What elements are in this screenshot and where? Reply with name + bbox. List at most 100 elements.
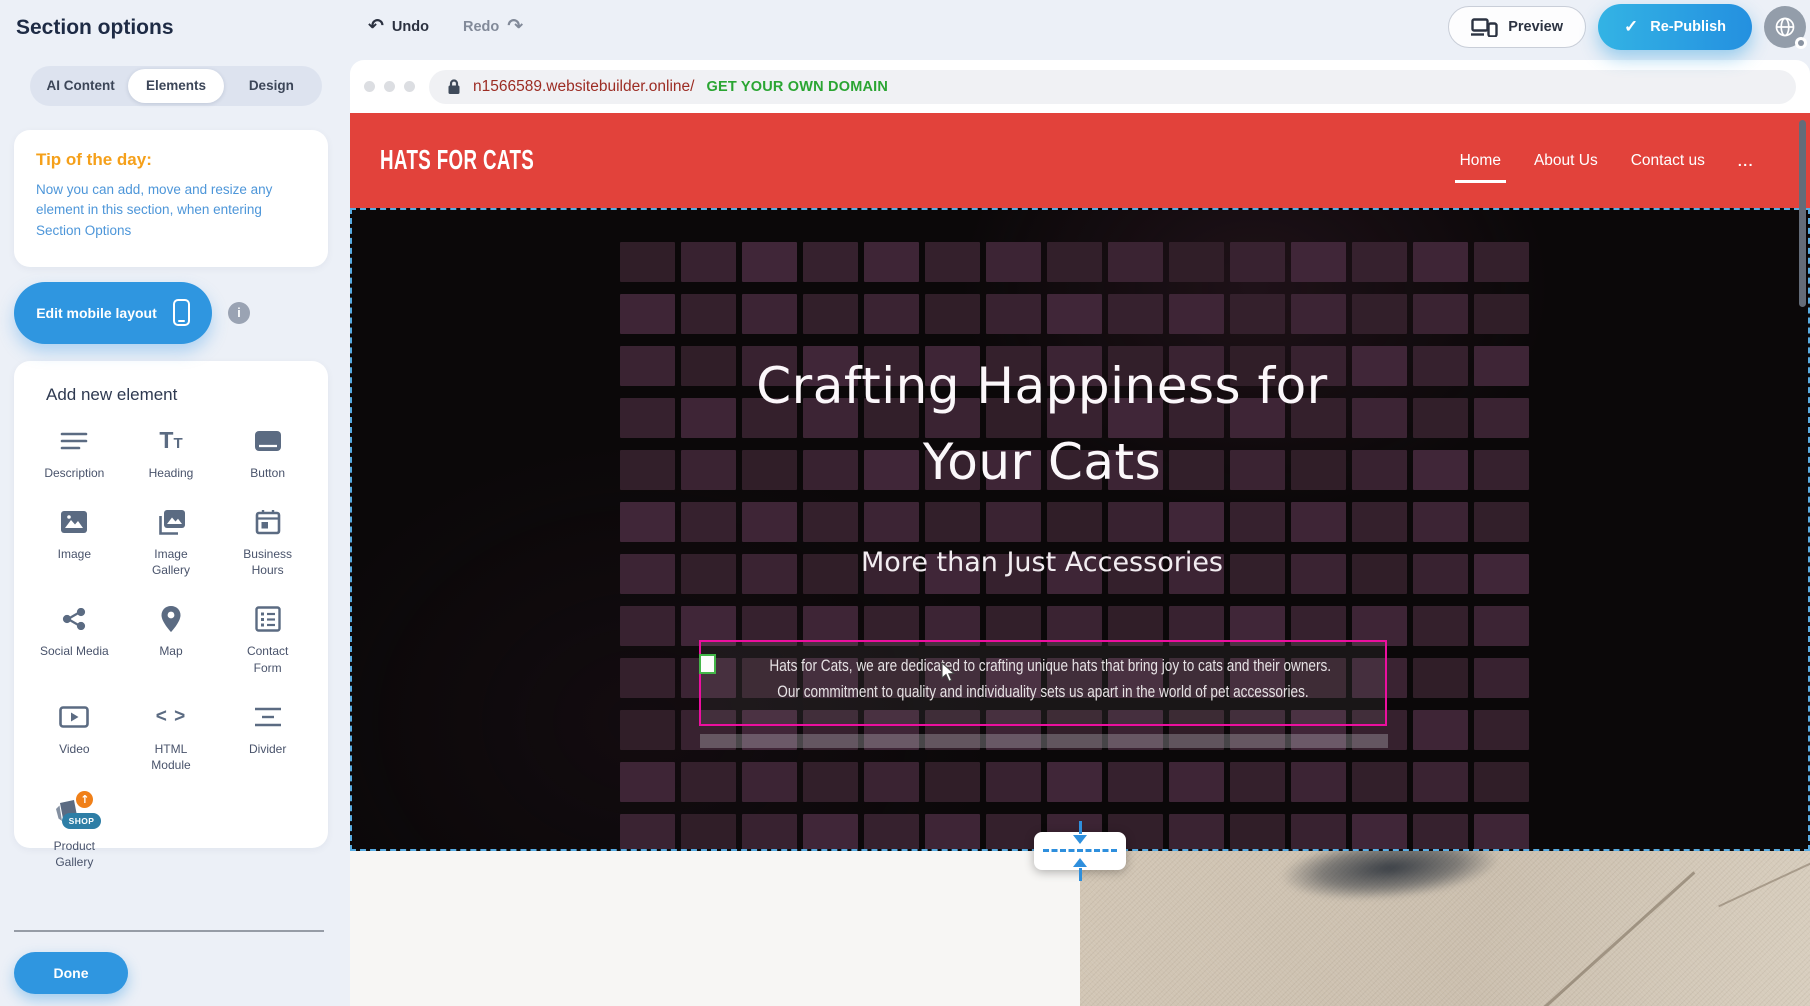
redo-button[interactable]: Redo ↷ bbox=[463, 17, 523, 36]
hero-tile bbox=[1352, 814, 1407, 851]
nav-item-about-us[interactable]: About Us bbox=[1534, 152, 1598, 170]
hero-tile bbox=[1169, 294, 1224, 334]
phone-icon bbox=[173, 299, 190, 326]
hero-tile bbox=[681, 294, 736, 334]
arrow-up-icon bbox=[1073, 858, 1087, 867]
hero-tile bbox=[681, 242, 736, 282]
hero-tile bbox=[1413, 658, 1468, 698]
selection-handle[interactable] bbox=[699, 654, 716, 674]
element-tile-video[interactable]: Video bbox=[26, 701, 123, 773]
hero-tile bbox=[1108, 294, 1163, 334]
info-icon[interactable]: i bbox=[228, 302, 250, 324]
element-tile-business-hours[interactable]: Business Hours bbox=[219, 506, 316, 578]
hero-tile bbox=[864, 814, 919, 851]
tab-elements[interactable]: Elements bbox=[128, 69, 223, 103]
browser-chrome: n1566589.websitebuilder.online/ GET YOUR… bbox=[350, 60, 1810, 113]
hero-tile bbox=[681, 502, 736, 542]
social-media-icon bbox=[62, 603, 86, 635]
nav-item-home[interactable]: Home bbox=[1460, 152, 1501, 170]
add-element-title: Add new element bbox=[26, 385, 316, 405]
hero-tile bbox=[925, 814, 980, 851]
element-tile-social-media[interactable]: Social Media bbox=[26, 603, 123, 675]
section-resize-handle[interactable] bbox=[1034, 832, 1126, 870]
paving-seam bbox=[1718, 855, 1810, 908]
hero-tile bbox=[1352, 762, 1407, 802]
edit-mobile-layout-button[interactable]: Edit mobile layout bbox=[14, 282, 212, 344]
next-section-blank bbox=[350, 851, 1080, 1006]
hero-tile bbox=[620, 814, 675, 851]
element-label: Image bbox=[58, 546, 91, 562]
element-tile-heading[interactable]: TTHeading bbox=[123, 425, 220, 481]
hero-tile bbox=[742, 762, 797, 802]
done-button[interactable]: Done bbox=[14, 952, 128, 994]
element-tile-button[interactable]: Button bbox=[219, 425, 316, 481]
preview-scrollbar[interactable] bbox=[1799, 120, 1806, 307]
hero-paragraph: Hats for Cats, we are dedicated to craft… bbox=[701, 653, 1385, 705]
hero-tile bbox=[803, 294, 858, 334]
hero-tile bbox=[1047, 762, 1102, 802]
hero-tile bbox=[1291, 242, 1346, 282]
site-header[interactable]: HATS FOR CATS Home About Us Contact us... bbox=[350, 113, 1810, 208]
element-tile-html-module[interactable]: < >HTML Module bbox=[123, 701, 220, 773]
divider-icon bbox=[255, 701, 281, 733]
get-domain-link[interactable]: GET YOUR OWN DOMAIN bbox=[706, 79, 888, 95]
nav-item-contact-us[interactable]: Contact us bbox=[1631, 152, 1705, 170]
hero-section[interactable]: Crafting Happiness for Your Cats More th… bbox=[350, 208, 1810, 851]
site-nav: Home About Us Contact us... bbox=[1460, 152, 1754, 170]
element-tile-divider[interactable]: Divider bbox=[219, 701, 316, 773]
selected-paragraph-element[interactable]: Hats for Cats, we are dedicated to craft… bbox=[699, 640, 1387, 726]
edit-mobile-label: Edit mobile layout bbox=[36, 305, 157, 321]
hero-tile bbox=[864, 502, 919, 542]
nav-more[interactable]: ... bbox=[1738, 153, 1754, 169]
hero-tile bbox=[1108, 762, 1163, 802]
window-dots bbox=[364, 81, 415, 92]
hero-tile bbox=[1413, 606, 1468, 646]
hero-tile bbox=[986, 762, 1041, 802]
republish-button[interactable]: ✓ Re-Publish bbox=[1598, 4, 1752, 50]
hero-tile bbox=[1474, 242, 1529, 282]
tab-ai-content[interactable]: AI Content bbox=[33, 69, 128, 103]
hero-tile bbox=[620, 710, 675, 750]
republish-label: Re-Publish bbox=[1650, 19, 1726, 35]
hero-tile bbox=[1169, 814, 1224, 851]
element-label: Video bbox=[59, 741, 89, 757]
element-tile-contact-form[interactable]: Contact Form bbox=[219, 603, 316, 675]
html-module-icon: < > bbox=[156, 701, 186, 733]
map-icon bbox=[160, 603, 182, 635]
element-tile-product-gallery[interactable]: ↑SHOPProduct Gallery bbox=[26, 798, 123, 870]
hero-heading[interactable]: Crafting Happiness for Your Cats bbox=[582, 348, 1502, 500]
element-tile-map[interactable]: Map bbox=[123, 603, 220, 675]
element-tile-description[interactable]: Description bbox=[26, 425, 123, 481]
tip-of-the-day-card: Tip of the day: Now you can add, move an… bbox=[14, 130, 328, 267]
mouse-cursor-icon bbox=[940, 662, 956, 684]
element-tile-image[interactable]: Image bbox=[26, 506, 123, 578]
hero-tile bbox=[1413, 242, 1468, 282]
hero-tile bbox=[925, 242, 980, 282]
hero-tile bbox=[1291, 502, 1346, 542]
hero-tile bbox=[1474, 814, 1529, 851]
url-bar[interactable]: n1566589.websitebuilder.online/ GET YOUR… bbox=[429, 70, 1796, 104]
element-ghost-strip bbox=[700, 734, 1388, 748]
element-label: Social Media bbox=[40, 643, 109, 659]
undo-button[interactable]: ↶ Undo bbox=[368, 17, 429, 36]
hero-tile bbox=[1352, 502, 1407, 542]
hero-tile bbox=[1291, 762, 1346, 802]
heading-icon: TT bbox=[159, 425, 182, 457]
site-logo[interactable]: HATS FOR CATS bbox=[380, 144, 534, 176]
hero-tile bbox=[620, 658, 675, 698]
element-label: Image Gallery bbox=[135, 546, 207, 578]
video-icon bbox=[59, 701, 89, 733]
hero-tile bbox=[1474, 294, 1529, 334]
hero-tile bbox=[803, 814, 858, 851]
image-icon bbox=[61, 506, 87, 538]
globe-status-dot bbox=[1795, 37, 1807, 49]
add-element-card: Add new element DescriptionTTHeadingButt… bbox=[14, 361, 328, 848]
element-tile-image-gallery[interactable]: Image Gallery bbox=[123, 506, 220, 578]
preview-button[interactable]: Preview bbox=[1448, 6, 1586, 48]
element-label: Map bbox=[159, 643, 182, 659]
arrow-down-icon bbox=[1073, 835, 1087, 844]
tab-design[interactable]: Design bbox=[224, 69, 319, 103]
hero-subheading[interactable]: More than Just Accessories bbox=[582, 547, 1502, 578]
add-element-grid: DescriptionTTHeadingButton Image Image Gal… bbox=[26, 425, 316, 871]
language-globe-button[interactable] bbox=[1764, 6, 1806, 48]
